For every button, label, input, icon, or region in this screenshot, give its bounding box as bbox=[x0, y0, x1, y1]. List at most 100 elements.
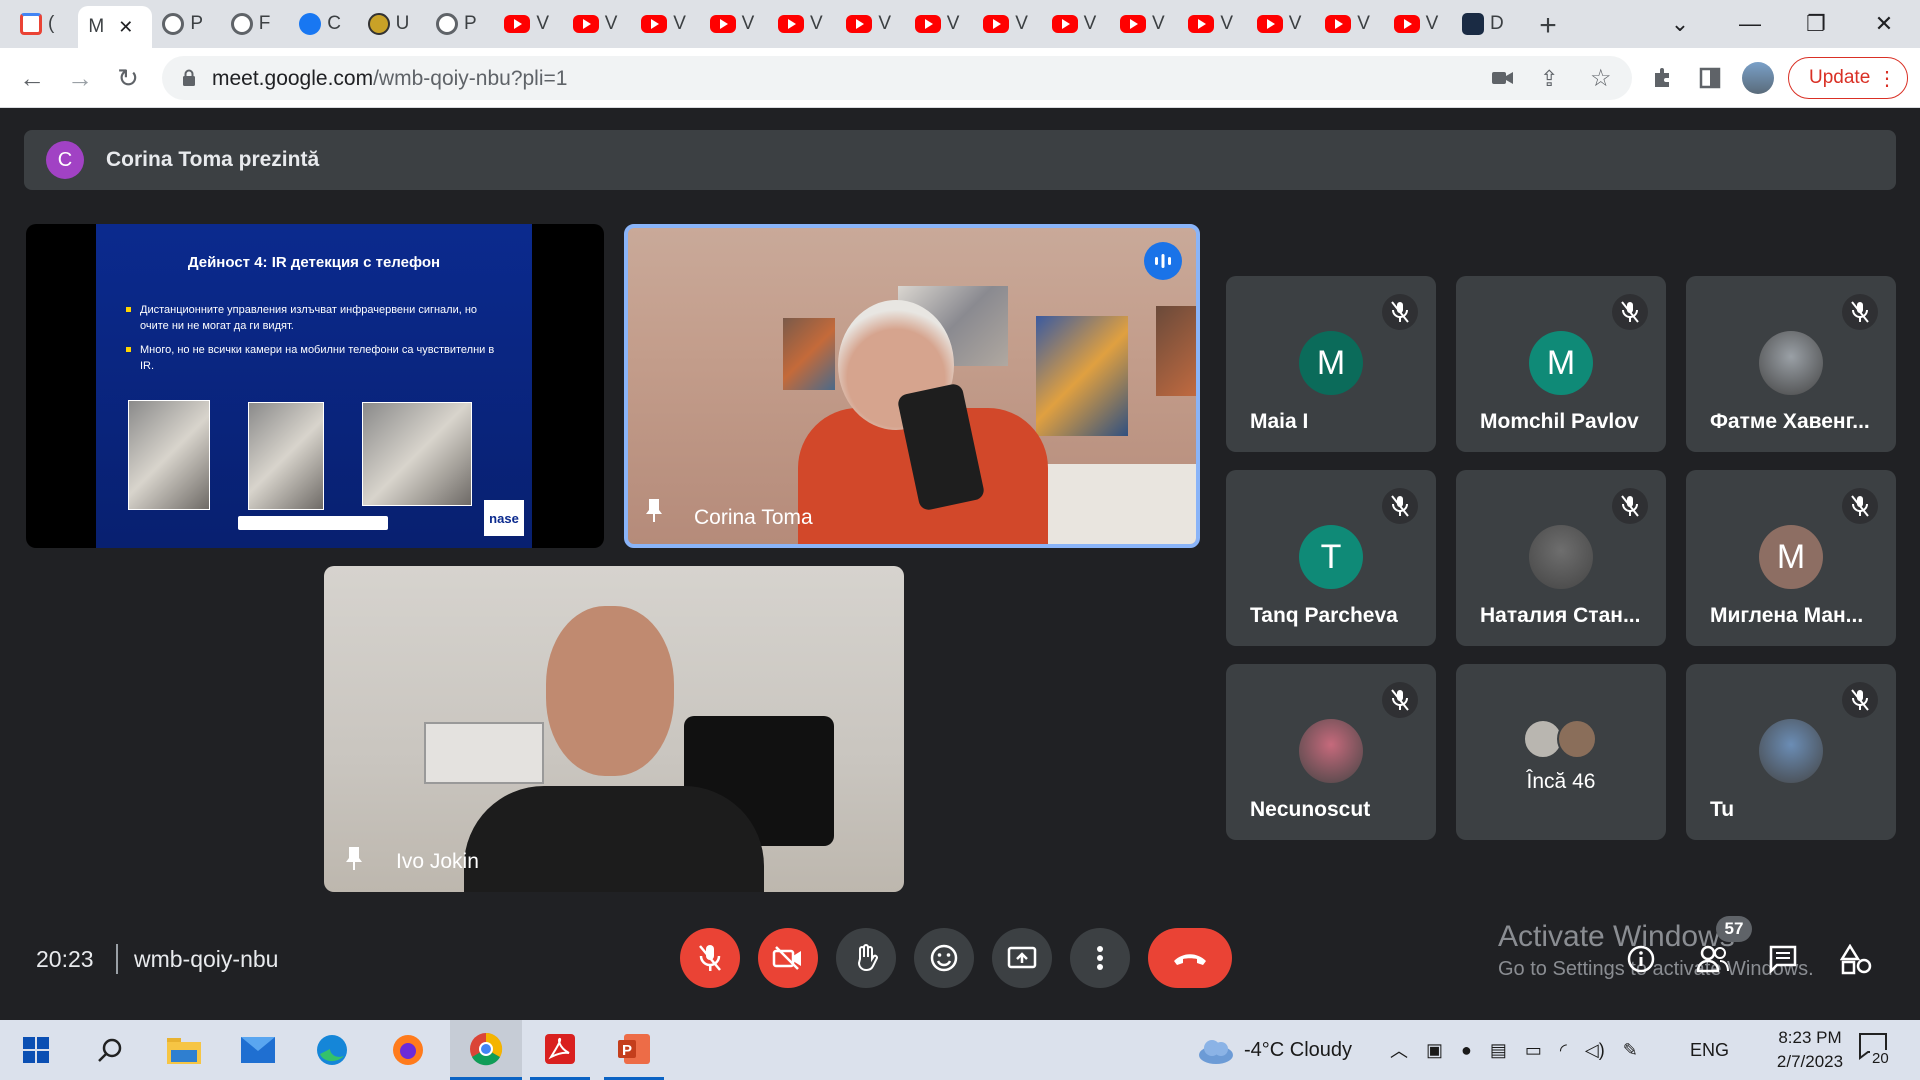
more-options-button[interactable] bbox=[1070, 928, 1130, 988]
chat-icon[interactable] bbox=[1768, 944, 1798, 979]
volume-icon[interactable]: ◁) bbox=[1585, 1040, 1605, 1061]
minimize-button[interactable]: — bbox=[1718, 0, 1782, 48]
update-button[interactable]: Update ⋮ bbox=[1788, 57, 1908, 99]
browser-tab[interactable]: V bbox=[1247, 6, 1313, 42]
pin-icon[interactable] bbox=[344, 845, 364, 876]
slide-photo-phone bbox=[248, 402, 324, 510]
input-language[interactable]: ENG bbox=[1690, 1020, 1729, 1080]
pen-icon[interactable]: ✎ bbox=[1623, 1040, 1638, 1061]
bookmark-star-icon[interactable]: ☆ bbox=[1590, 64, 1612, 93]
browser-tab[interactable]: V bbox=[768, 6, 834, 42]
browser-tab[interactable]: V bbox=[1178, 6, 1244, 42]
acrobat-icon[interactable] bbox=[530, 1020, 590, 1080]
leave-call-button[interactable] bbox=[1148, 928, 1232, 988]
participant-tile[interactable]: Tu bbox=[1686, 664, 1896, 840]
browser-tab[interactable]: U bbox=[358, 6, 424, 42]
camera-tile[interactable]: Ivo Jokin bbox=[324, 566, 904, 892]
present-screen-button[interactable] bbox=[992, 928, 1052, 988]
browser-tab[interactable]: M ✕ bbox=[78, 6, 153, 48]
camera-indicator-icon[interactable] bbox=[1492, 68, 1514, 93]
microphone-icon[interactable]: ● bbox=[1461, 1040, 1472, 1061]
display-icon[interactable]: ▤ bbox=[1490, 1040, 1507, 1061]
browser-tab[interactable]: P bbox=[426, 6, 492, 42]
browser-tab[interactable]: V bbox=[1384, 6, 1450, 42]
participant-tile[interactable]: Necunoscut bbox=[1226, 664, 1436, 840]
people-icon[interactable] bbox=[1696, 944, 1730, 979]
activities-icon[interactable] bbox=[1839, 943, 1872, 981]
file-explorer-icon[interactable] bbox=[154, 1020, 214, 1080]
restore-button[interactable]: ❐ bbox=[1784, 0, 1848, 48]
windows-start-icon[interactable] bbox=[6, 1020, 66, 1080]
url-text[interactable]: meet.google.com/wmb-qoiy-nbu?pli=1 bbox=[212, 67, 567, 91]
browser-tab[interactable]: V bbox=[905, 6, 971, 42]
slide-bullet: Много, но не всички камери на мобилни те… bbox=[126, 342, 506, 374]
browser-tab[interactable]: V bbox=[1042, 6, 1108, 42]
browser-tab[interactable]: V bbox=[563, 6, 629, 42]
globe-icon bbox=[162, 13, 185, 35]
browser-tab[interactable]: ( bbox=[10, 6, 76, 42]
wifi-icon[interactable]: ◜ bbox=[1560, 1040, 1567, 1061]
participant-tile[interactable]: Фатме Хавенг... bbox=[1686, 276, 1896, 452]
back-arrow-icon[interactable]: ← bbox=[12, 58, 52, 98]
presentation-tile[interactable]: Дейност 4: IR детекция с телефон Дистанц… bbox=[26, 224, 604, 548]
participant-tile[interactable]: M Maia I bbox=[1226, 276, 1436, 452]
meeting-details-icon[interactable] bbox=[1626, 944, 1656, 979]
powerpoint-icon[interactable]: P bbox=[604, 1020, 664, 1080]
browser-tab[interactable]: V bbox=[700, 6, 766, 42]
person-head bbox=[546, 606, 674, 776]
chrome-taskbar-icon[interactable] bbox=[450, 1020, 522, 1080]
new-tab-button[interactable]: + bbox=[1530, 8, 1566, 44]
close-tab-icon[interactable]: ✕ bbox=[118, 17, 133, 38]
speaker-tile[interactable]: Corina Toma bbox=[624, 224, 1200, 548]
participant-tile[interactable]: M Momchil Pavlov bbox=[1456, 276, 1666, 452]
cloud-icon bbox=[1199, 1040, 1233, 1064]
battery-icon[interactable]: ▭ bbox=[1525, 1040, 1542, 1061]
browser-tab[interactable]: C bbox=[289, 6, 355, 42]
tab-label: V bbox=[536, 13, 550, 34]
weather-widget[interactable]: -4°C Cloudy bbox=[1196, 1020, 1352, 1080]
browser-tab[interactable]: V bbox=[494, 6, 560, 42]
tab-label: P bbox=[190, 13, 204, 34]
profile-avatar[interactable] bbox=[1742, 62, 1774, 94]
browser-tab[interactable]: D bbox=[1452, 6, 1518, 42]
browser-tab[interactable]: V bbox=[1315, 6, 1381, 42]
lock-icon[interactable] bbox=[182, 69, 196, 87]
close-window-button[interactable]: ✕ bbox=[1852, 0, 1916, 48]
browser-tab[interactable]: V bbox=[836, 6, 902, 42]
edge-icon[interactable] bbox=[302, 1020, 362, 1080]
participant-tile[interactable]: Încă 46 bbox=[1456, 664, 1666, 840]
tab-label: V bbox=[673, 13, 686, 34]
camera-off-button[interactable] bbox=[758, 928, 818, 988]
reactions-button[interactable] bbox=[914, 928, 974, 988]
share-icon[interactable]: ⇪ bbox=[1540, 66, 1558, 92]
participant-tile[interactable]: T Tanq Parcheva bbox=[1226, 470, 1436, 646]
app-icon bbox=[1462, 13, 1484, 35]
chevron-up-icon[interactable]: ︿ bbox=[1390, 1037, 1408, 1063]
meet-now-icon[interactable]: ▣ bbox=[1426, 1040, 1443, 1061]
tab-search-icon[interactable]: ⌄ bbox=[1648, 0, 1712, 48]
pin-icon[interactable] bbox=[644, 497, 664, 530]
browser-tab[interactable]: F bbox=[221, 6, 287, 42]
slide-photo-ir bbox=[362, 402, 472, 506]
extensions-icon[interactable] bbox=[1642, 58, 1682, 98]
mic-muted-icon bbox=[1382, 682, 1418, 718]
forward-arrow-icon[interactable]: → bbox=[60, 58, 100, 98]
mail-icon[interactable] bbox=[228, 1020, 288, 1080]
system-clock[interactable]: 8:23 PM 2/7/2023 bbox=[1760, 1026, 1860, 1074]
firefox-icon[interactable] bbox=[378, 1020, 438, 1080]
tab-label: V bbox=[1357, 13, 1370, 34]
participant-tile[interactable]: M Миглена Ман... bbox=[1686, 470, 1896, 646]
browser-tab[interactable]: P bbox=[152, 6, 218, 42]
browser-tab[interactable]: V bbox=[973, 6, 1039, 42]
reload-icon[interactable]: ↻ bbox=[108, 58, 148, 98]
speaker-name: Corina Toma bbox=[694, 506, 813, 529]
participant-tile[interactable]: Наталия Стан... bbox=[1456, 470, 1666, 646]
browser-tab[interactable]: V bbox=[1110, 6, 1176, 42]
search-icon[interactable] bbox=[80, 1020, 140, 1080]
raise-hand-button[interactable] bbox=[836, 928, 896, 988]
side-panel-icon[interactable] bbox=[1690, 58, 1730, 98]
address-bar[interactable]: meet.google.com/wmb-qoiy-nbu?pli=1 ⇪ ☆ bbox=[162, 56, 1632, 100]
browser-tab[interactable]: V bbox=[631, 6, 697, 42]
mic-off-button[interactable] bbox=[680, 928, 740, 988]
participant-avatar: T bbox=[1299, 525, 1363, 589]
